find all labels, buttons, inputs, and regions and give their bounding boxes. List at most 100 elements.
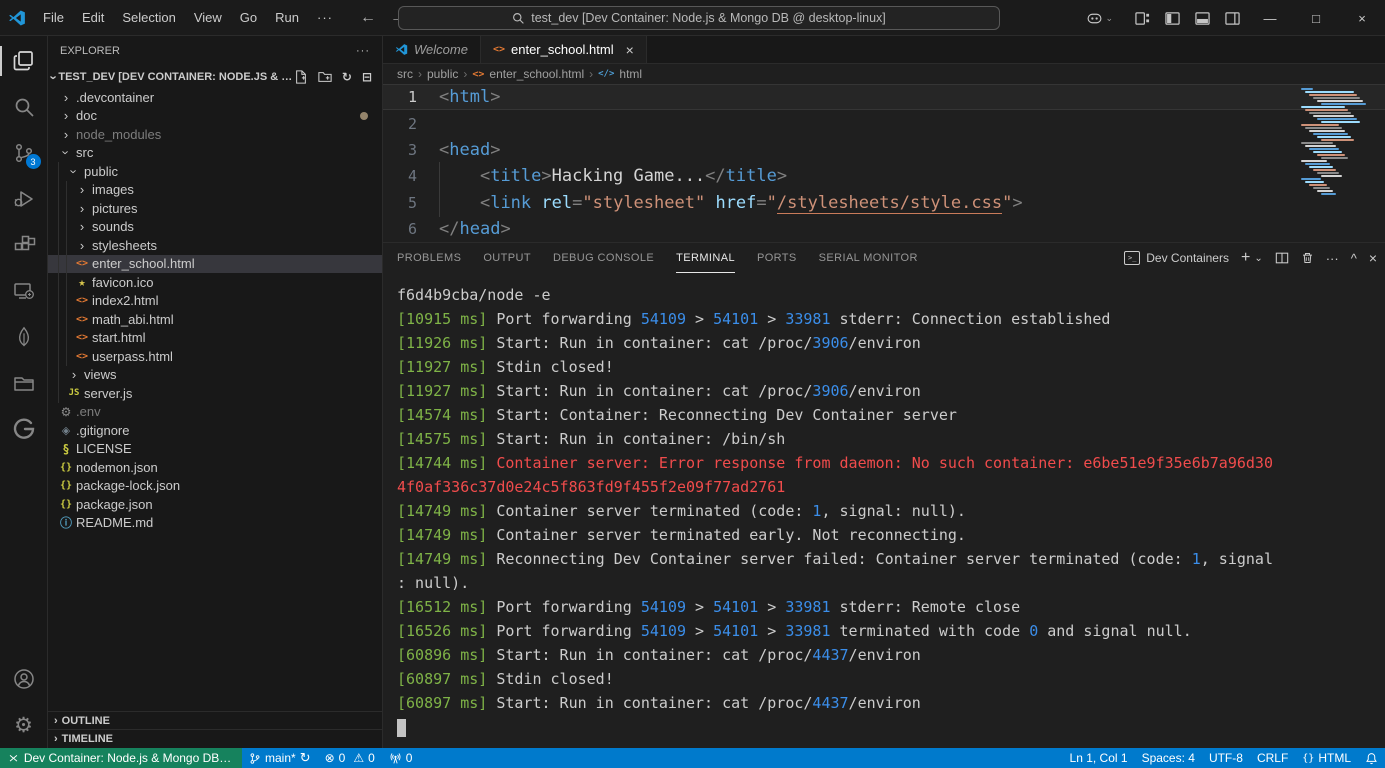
- menu-edit[interactable]: Edit: [73, 6, 113, 30]
- new-terminal-icon[interactable]: +: [1241, 249, 1250, 267]
- mongodb-icon[interactable]: [0, 314, 48, 360]
- breadcrumb-public[interactable]: public: [427, 67, 458, 81]
- tree-item-userpass-html[interactable]: <>userpass.html: [48, 347, 382, 366]
- toggle-panel-icon[interactable]: [1187, 5, 1217, 31]
- code-line-6[interactable]: 6</head>: [383, 216, 1385, 242]
- tree-item-math-abi-html[interactable]: <>math_abi.html: [48, 310, 382, 329]
- terminal-selector[interactable]: >_ Dev Containers: [1124, 251, 1229, 265]
- accounts-icon[interactable]: [0, 656, 48, 702]
- minimap[interactable]: [1299, 88, 1363, 196]
- indentation-indicator[interactable]: Spaces: 4: [1135, 748, 1202, 768]
- terminal-output[interactable]: f6d4b9cba/node -e[10915 ms] Port forward…: [383, 273, 1385, 748]
- tree-item-nodemon-json[interactable]: {}nodemon.json: [48, 458, 382, 477]
- copilot-chevron-icon[interactable]: ⌄: [1105, 13, 1113, 24]
- tree-item-start-html[interactable]: <>start.html: [48, 329, 382, 348]
- panel-tab-serial-monitor[interactable]: SERIAL MONITOR: [819, 243, 918, 273]
- collapse-all-icon[interactable]: ⊟: [362, 70, 372, 84]
- tree-item-favicon-ico[interactable]: ★favicon.ico: [48, 273, 382, 292]
- problems-indicator[interactable]: ⊗ 0 ⚠ 0: [318, 748, 382, 768]
- settings-gear-icon[interactable]: ⚙: [0, 702, 48, 748]
- encoding-indicator[interactable]: UTF-8: [1202, 748, 1250, 768]
- menu-view[interactable]: View: [185, 6, 231, 30]
- nav-back-icon[interactable]: ←: [360, 9, 376, 27]
- breadcrumb-file[interactable]: enter_school.html: [489, 67, 584, 81]
- cursor-position[interactable]: Ln 1, Col 1: [1063, 748, 1135, 768]
- tree-item-license[interactable]: §LICENSE: [48, 440, 382, 459]
- tree-item-doc[interactable]: ›doc: [48, 107, 382, 126]
- code-line-3[interactable]: 3<head>: [383, 137, 1385, 163]
- toggle-sidebar-icon[interactable]: [1157, 5, 1187, 31]
- code-line-5[interactable]: 5 <link rel="stylesheet" href="/styleshe…: [383, 190, 1385, 216]
- tree-item--devcontainer[interactable]: ›.devcontainer: [48, 88, 382, 107]
- tree-item--env[interactable]: ⚙.env: [48, 403, 382, 422]
- panel-tab-debug-console[interactable]: DEBUG CONSOLE: [553, 243, 654, 273]
- eol-indicator[interactable]: CRLF: [1250, 748, 1295, 768]
- panel-close-icon[interactable]: ×: [1369, 250, 1377, 266]
- search-icon[interactable]: [0, 84, 48, 130]
- menu-more[interactable]: ···: [308, 10, 342, 25]
- tab-enter-school-html[interactable]: <> enter_school.html ×: [481, 36, 647, 63]
- window-maximize-button[interactable]: □: [1293, 0, 1339, 36]
- tree-item-views[interactable]: ›views: [48, 366, 382, 385]
- new-file-icon[interactable]: [294, 70, 308, 84]
- tab-welcome[interactable]: Welcome: [383, 36, 481, 63]
- panel-tab-ports[interactable]: PORTS: [757, 243, 797, 273]
- tree-item-pictures[interactable]: ›pictures: [48, 199, 382, 218]
- outline-section[interactable]: › OUTLINE: [48, 712, 382, 730]
- tree-item-public[interactable]: ›public: [48, 162, 382, 181]
- extensions-icon[interactable]: [0, 222, 48, 268]
- tab-close-icon[interactable]: ×: [626, 42, 634, 58]
- panel-tab-terminal[interactable]: TERMINAL: [676, 243, 735, 273]
- new-folder-icon[interactable]: [318, 70, 332, 84]
- kill-terminal-icon[interactable]: [1301, 251, 1314, 265]
- tree-item-sounds[interactable]: ›sounds: [48, 218, 382, 237]
- containers-icon[interactable]: [0, 360, 48, 406]
- code-line-4[interactable]: 4 <title>Hacking Game...</title>: [383, 163, 1385, 189]
- code-editor[interactable]: 1<html>23<head>4 <title>Hacking Game...<…: [383, 84, 1385, 242]
- window-close-button[interactable]: ×: [1339, 0, 1385, 36]
- customize-layout-icon[interactable]: [1127, 5, 1157, 31]
- tree-item-stylesheets[interactable]: ›stylesheets: [48, 236, 382, 255]
- refresh-icon[interactable]: ↻: [342, 70, 352, 84]
- panel-maximize-icon[interactable]: ^: [1351, 251, 1357, 266]
- run-and-debug-icon[interactable]: [0, 176, 48, 222]
- code-line-1[interactable]: 1<html>: [383, 84, 1385, 110]
- command-center-search[interactable]: test_dev [Dev Container: Node.js & Mongo…: [398, 6, 1000, 30]
- breadcrumb-symbol[interactable]: html: [619, 67, 642, 81]
- tree-item-index2-html[interactable]: <>index2.html: [48, 292, 382, 311]
- tree-item-node-modules[interactable]: ›node_modules: [48, 125, 382, 144]
- timeline-section[interactable]: › TIMELINE: [48, 730, 382, 748]
- workspace-section-header[interactable]: › TEST_DEV [DEV CONTAINER: NODE.JS & MON…: [48, 66, 382, 88]
- panel-tab-output[interactable]: OUTPUT: [483, 243, 531, 273]
- tree-item-enter-school-html[interactable]: <>enter_school.html: [48, 255, 382, 274]
- toggle-secondary-sidebar-icon[interactable]: [1217, 5, 1247, 31]
- remote-indicator[interactable]: Dev Container: Node.js & Mongo DB @ desk…: [0, 748, 242, 768]
- tree-item-src[interactable]: ›src: [48, 144, 382, 163]
- ports-indicator[interactable]: 0: [382, 748, 420, 768]
- terminal-dropdown-icon[interactable]: ⌄: [1254, 253, 1262, 264]
- breadcrumb-src[interactable]: src: [397, 67, 413, 81]
- panel-tab-problems[interactable]: PROBLEMS: [397, 243, 461, 273]
- menu-selection[interactable]: Selection: [113, 6, 184, 30]
- source-control-icon[interactable]: 3: [0, 130, 48, 176]
- menu-file[interactable]: File: [34, 6, 73, 30]
- gitlens-icon[interactable]: [0, 406, 48, 452]
- split-terminal-icon[interactable]: [1275, 251, 1289, 265]
- menu-run[interactable]: Run: [266, 6, 308, 30]
- tree-item--gitignore[interactable]: ◈.gitignore: [48, 421, 382, 440]
- tree-item-readme-md[interactable]: ⓘREADME.md: [48, 514, 382, 533]
- tree-item-package-lock-json[interactable]: {}package-lock.json: [48, 477, 382, 496]
- tree-item-server-js[interactable]: JSserver.js: [48, 384, 382, 403]
- menu-go[interactable]: Go: [231, 6, 266, 30]
- branch-indicator[interactable]: main* ↻: [242, 748, 318, 768]
- code-line-2[interactable]: 2: [383, 110, 1385, 136]
- tree-item-images[interactable]: ›images: [48, 181, 382, 200]
- explorer-more-actions[interactable]: ···: [356, 45, 370, 57]
- tree-item-package-json[interactable]: {}package.json: [48, 495, 382, 514]
- window-minimize-button[interactable]: —: [1247, 0, 1293, 36]
- notifications-bell[interactable]: [1358, 748, 1385, 768]
- explorer-icon[interactable]: [0, 38, 48, 84]
- panel-more-icon[interactable]: ···: [1326, 251, 1339, 266]
- language-mode[interactable]: {} HTML: [1295, 748, 1358, 768]
- remote-explorer-icon[interactable]: [0, 268, 48, 314]
